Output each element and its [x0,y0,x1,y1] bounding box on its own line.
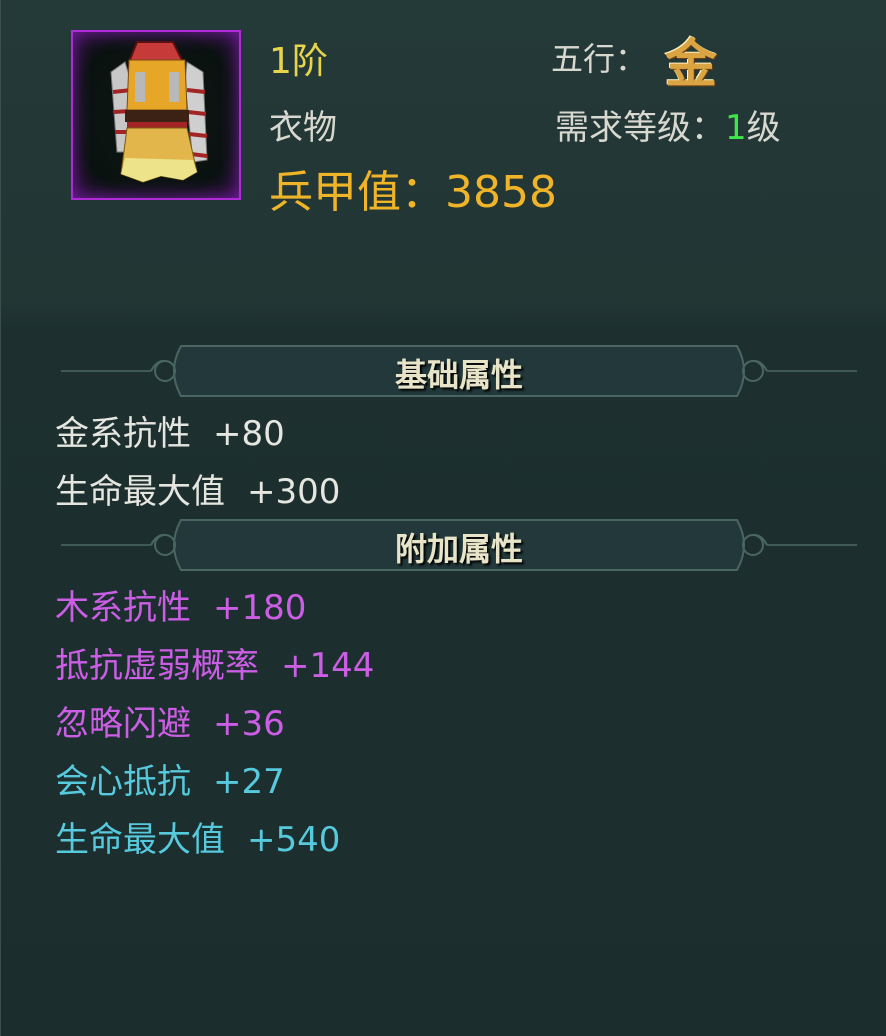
extra-stat-row: 会心抵抗 +27 [55,754,285,803]
extra-stat-row: 生命最大值 +540 [55,812,340,861]
stat-name: 会心抵抗 [55,762,191,802]
armor-value-line: 兵甲值：3858 [269,156,557,220]
stat-name: 抵抗虚弱概率 [55,646,259,686]
stat-name: 忽略闪避 [55,704,191,744]
stat-value: +36 [213,704,285,744]
stat-value: +144 [281,646,375,686]
stat-name: 生命最大值 [55,472,225,512]
stat-name: 木系抗性 [55,588,191,628]
stat-value: +180 [213,588,307,628]
section-header-extra: 附加属性 [61,516,857,574]
item-icon-frame[interactable] [71,30,241,200]
item-type: 衣物 [269,108,337,148]
required-level-label: 需求等级： [555,108,725,148]
stat-value: +300 [247,472,341,512]
required-level: 需求等级：1级 [555,100,781,149]
item-tier: 1阶 [269,41,328,82]
stat-name: 生命最大值 [55,820,225,860]
stat-value: +540 [247,820,341,860]
armor-value: 3858 [445,167,557,218]
base-stat-row: 生命最大值 +300 [55,464,340,513]
required-level-value: 1 [725,108,747,148]
required-level-unit: 级 [746,108,781,148]
stat-value: +80 [213,414,285,454]
element-value: 金 [665,34,718,95]
extra-stat-row: 木系抗性 +180 [55,580,306,629]
extra-stat-row: 抵抗虚弱概率 +144 [55,638,374,687]
armor-label: 兵甲值： [269,167,445,218]
section-header-base: 基础属性 [61,342,857,400]
base-attributes-title: 基础属性 [394,356,523,394]
extra-stat-row: 忽略闪避 +36 [55,696,285,745]
item-tooltip-panel: 1阶 衣物 兵甲值：3858 五行： 金 需求等级：1级 基础属性 金系抗性 +8… [0,0,886,1036]
base-stat-row: 金系抗性 +80 [55,406,285,455]
stat-name: 金系抗性 [55,414,191,454]
extra-attributes-title: 附加属性 [394,530,523,568]
stat-value: +27 [213,762,285,802]
element-label: 五行： [551,40,648,78]
robe-armor-icon [110,41,208,183]
